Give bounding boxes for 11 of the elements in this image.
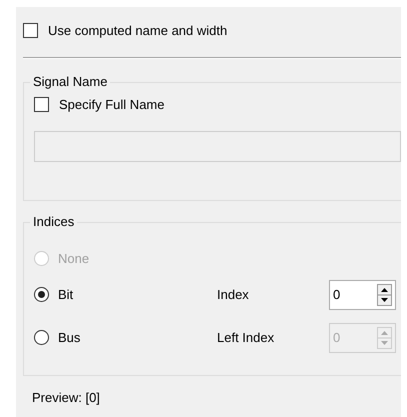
spinner-field[interactable]: 0 <box>329 280 396 310</box>
field-label: Index <box>217 287 249 302</box>
group-title: Indices <box>30 214 78 229</box>
preview-text: Preview: [0] <box>32 390 100 405</box>
use-computed-checkbox[interactable]: Use computed name and width <box>23 23 228 38</box>
radio-button[interactable]: Bit <box>34 287 130 302</box>
spin-arrows-icon[interactable] <box>377 284 392 306</box>
specify-full-name-checkbox[interactable]: Specify Full Name <box>34 97 164 112</box>
radio-button[interactable]: Bus <box>34 330 130 345</box>
group-title: Signal Name <box>30 74 110 89</box>
field-label: Left Index <box>217 330 274 345</box>
